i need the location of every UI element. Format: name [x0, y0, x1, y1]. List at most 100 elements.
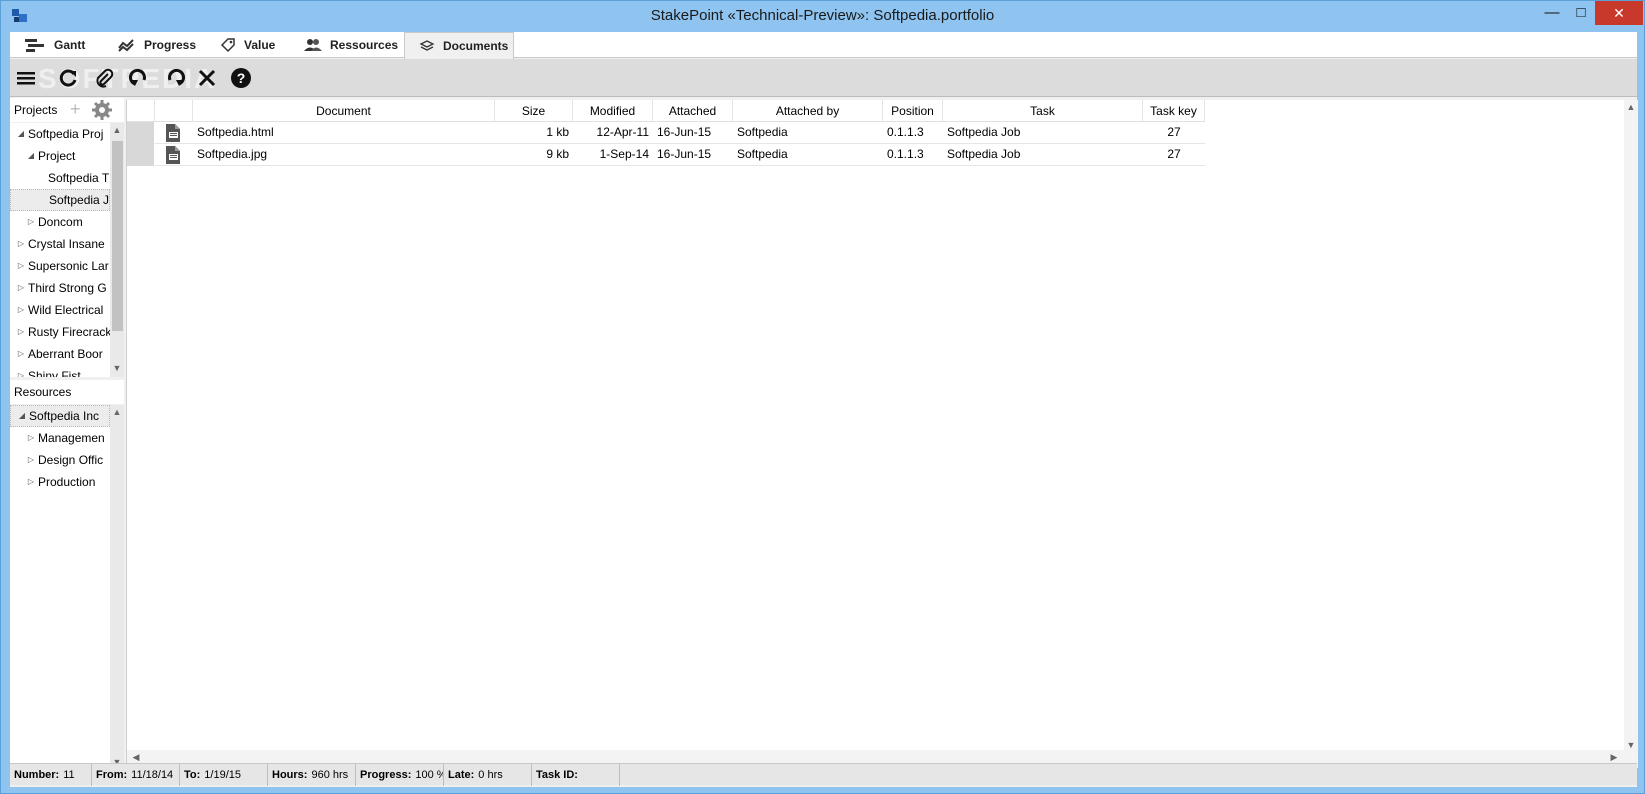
tab-value[interactable]: Value [206, 32, 290, 58]
collapsed-arrow-icon[interactable]: ▷ [16, 365, 26, 377]
row-selector[interactable] [127, 144, 155, 166]
vertical-scrollbar[interactable]: ▲ ▼ [1624, 100, 1638, 768]
project-tree-item-label: Rusty Firecrack [28, 325, 110, 339]
menu-button[interactable] [13, 66, 39, 90]
resource-tree-item-label: Managemen [38, 431, 105, 445]
cell-document: Softpedia.html [197, 125, 274, 139]
scroll-right-icon[interactable]: ▶ [1607, 752, 1621, 763]
refresh-button[interactable] [56, 66, 82, 90]
app-window: StakePoint «Technical-Preview»: Softpedi… [0, 0, 1645, 794]
collapsed-arrow-icon[interactable]: ▷ [16, 255, 26, 277]
collapsed-arrow-icon[interactable]: ▷ [26, 211, 36, 233]
left-panel: Projects + ◢ Softpedia Proj ◢ Project Softpe… [10, 98, 124, 773]
resource-tree-item[interactable]: ▷ Managemen [10, 427, 110, 449]
project-tree-item[interactable]: ▷ Shiny Fist [10, 365, 110, 377]
project-tree-item[interactable]: ▷ Wild Electrical [10, 299, 110, 321]
tab-documents[interactable]: Documents [404, 32, 514, 59]
project-tree-item[interactable]: ▷ Crystal Insane [10, 233, 110, 255]
window-title: StakePoint «Technical-Preview»: Softpedi… [650, 7, 995, 24]
cell-position: 0.1.1.3 [887, 147, 924, 161]
column-header-attached-by[interactable]: Attached by [733, 100, 883, 122]
projects-scroll-thumb[interactable] [112, 141, 123, 331]
column-header-size[interactable]: Size [495, 100, 573, 122]
project-tree-item[interactable]: ◢ Project [10, 145, 110, 167]
undo-button[interactable] [126, 66, 152, 90]
project-tree-item[interactable]: ▷ Third Strong G [10, 277, 110, 299]
cell-task-key: 27 [1167, 125, 1181, 139]
column-header-task-key[interactable]: Task key [1143, 100, 1205, 122]
project-tree-item-label: Third Strong G [28, 281, 107, 295]
projects-tree[interactable]: ◢ Softpedia Proj ◢ Project Softpedia T Softpe… [10, 123, 110, 377]
expanded-arrow-icon[interactable]: ◢ [17, 405, 27, 427]
documents-panel: Document Size Modified Attached Attached… [126, 100, 1638, 773]
project-tree-item[interactable]: ▷ Doncom [10, 211, 110, 233]
status-number: Number: 11 [10, 763, 92, 786]
project-tree-item[interactable]: ◢ Softpedia Proj [10, 123, 110, 145]
collapsed-arrow-icon[interactable]: ▷ [16, 321, 26, 343]
redo-button[interactable] [162, 66, 188, 90]
table-row[interactable]: Softpedia.jpg 9 kb 1-Sep-14 16-Jun-15 Softpe… [127, 144, 1205, 166]
scroll-up-icon[interactable]: ▲ [110, 125, 124, 135]
status-late-label: Late: [448, 768, 475, 781]
collapsed-arrow-icon[interactable]: ▷ [26, 449, 36, 471]
svg-text:?: ? [237, 70, 246, 86]
expanded-arrow-icon[interactable]: ◢ [26, 145, 36, 167]
resource-tree-item[interactable]: ▷ Design Offic [10, 449, 110, 471]
column-header-modified[interactable]: Modified [573, 100, 653, 122]
status-number-value: 11 [63, 768, 75, 781]
status-late: Late: 0 hrs [444, 763, 532, 786]
delete-button[interactable] [194, 66, 220, 90]
attach-button[interactable] [91, 66, 117, 90]
scroll-up-icon[interactable]: ▲ [1624, 102, 1638, 112]
tab-gantt[interactable]: Gantt [10, 32, 104, 58]
title-bar[interactable]: StakePoint «Technical-Preview»: Softpedi… [1, 1, 1644, 31]
projects-scrollbar[interactable]: ▲ ▼ [110, 123, 124, 377]
scroll-up-icon[interactable]: ▲ [110, 407, 124, 417]
help-icon: ? [231, 68, 251, 88]
column-header-type[interactable] [155, 100, 193, 122]
expanded-arrow-icon[interactable]: ◢ [16, 123, 26, 145]
scroll-down-icon[interactable]: ▼ [110, 363, 124, 373]
column-header-select[interactable] [127, 100, 155, 122]
gear-icon[interactable] [92, 100, 112, 120]
resources-scrollbar[interactable]: ▲ ▼ [110, 405, 124, 773]
project-tree-item[interactable]: Softpedia T [10, 167, 110, 189]
column-header-document[interactable]: Document [193, 100, 495, 122]
tab-gantt-label: Gantt [54, 38, 86, 52]
scroll-left-icon[interactable]: ◀ [129, 752, 143, 763]
project-tree-item-label: Wild Electrical [28, 303, 104, 317]
cell-modified: 1-Sep-14 [599, 147, 649, 161]
project-tree-item[interactable]: ▷ Aberrant Boor [10, 343, 110, 365]
add-project-icon[interactable]: + [70, 99, 81, 120]
status-to-value: 1/19/15 [204, 768, 241, 781]
cell-task: Softpedia Job [947, 147, 1021, 161]
cell-modified: 12-Apr-11 [596, 125, 649, 139]
status-from-value: 11/18/14 [131, 768, 174, 781]
people-icon [304, 39, 322, 51]
resource-tree-item[interactable]: ▷ Production [10, 471, 110, 493]
project-tree-item[interactable]: ▷ Supersonic Lar [10, 255, 110, 277]
project-tree-item[interactable]: ▷ Rusty Firecrack [10, 321, 110, 343]
tab-ressources[interactable]: Ressources [290, 32, 404, 58]
row-selector[interactable] [127, 122, 155, 144]
close-button[interactable]: ✕ [1595, 1, 1643, 25]
resources-tree[interactable]: ◢ Softpedia Inc ▷ Managemen ▷ Design Offic ▷ Pr… [10, 405, 110, 773]
table-row[interactable]: Softpedia.html 1 kb 12-Apr-11 16-Jun-15 Soft… [127, 122, 1205, 144]
tab-progress[interactable]: Progress [104, 32, 206, 58]
status-to-label: To: [184, 768, 201, 781]
resource-tree-item[interactable]: ◢ Softpedia Inc [10, 405, 110, 427]
collapsed-arrow-icon[interactable]: ▷ [16, 343, 26, 365]
column-header-position[interactable]: Position [883, 100, 943, 122]
collapsed-arrow-icon[interactable]: ▷ [16, 233, 26, 255]
column-header-task[interactable]: Task [943, 100, 1143, 122]
collapsed-arrow-icon[interactable]: ▷ [16, 277, 26, 299]
project-tree-item-label: Project [38, 149, 76, 163]
project-tree-item[interactable]: Softpedia J [10, 189, 110, 211]
collapsed-arrow-icon[interactable]: ▷ [16, 299, 26, 321]
help-button[interactable]: ? [228, 66, 254, 90]
collapsed-arrow-icon[interactable]: ▷ [26, 427, 36, 449]
scroll-down-icon[interactable]: ▼ [1624, 740, 1638, 750]
table-header: Document Size Modified Attached Attached… [127, 100, 1205, 122]
collapsed-arrow-icon[interactable]: ▷ [26, 471, 36, 493]
column-header-attached[interactable]: Attached [653, 100, 733, 122]
